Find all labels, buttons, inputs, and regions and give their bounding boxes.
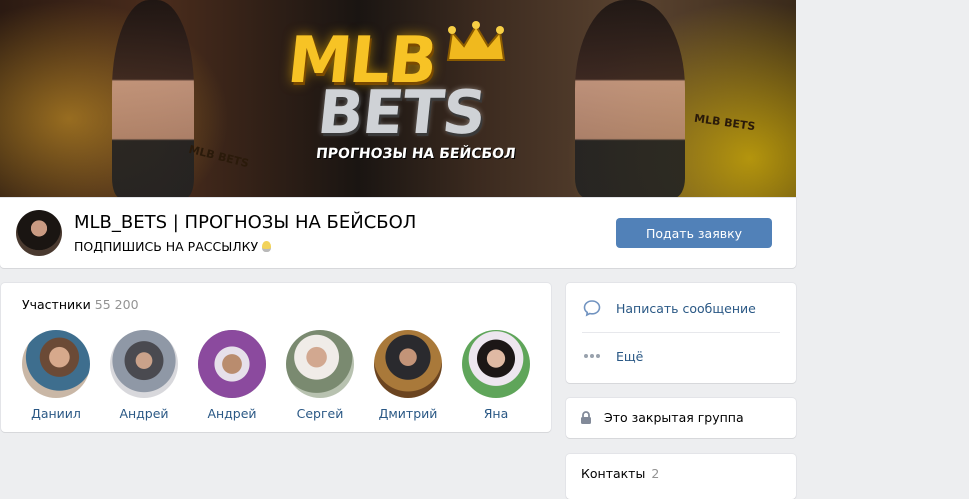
cover-image: MLB BETS ПРОГНОЗЫ НА БЕЙСБОЛ MLB BETS ML… — [0, 0, 796, 198]
cover-logo-subtitle: ПРОГНОЗЫ НА БЕЙСБОЛ — [315, 146, 517, 162]
apply-button[interactable]: Подать заявку — [616, 218, 772, 248]
message-bubble-icon — [582, 298, 602, 318]
more-button[interactable]: Ещё — [582, 346, 643, 366]
member-name: Андрей — [207, 406, 257, 421]
member-avatar — [374, 330, 442, 398]
privacy-label: Это закрытая группа — [604, 410, 744, 425]
member-name: Сергей — [296, 406, 344, 421]
lightbulb-icon — [262, 241, 272, 252]
contacts-count: 2 — [651, 466, 660, 481]
member-avatar — [198, 330, 266, 398]
members-block: Участники 55 200 Даниил Андрей Андрей Сер… — [1, 283, 551, 432]
privacy-block: Это закрытая группа — [566, 398, 796, 438]
member-item[interactable]: Сергей — [285, 330, 355, 421]
member-avatar — [462, 330, 530, 398]
group-avatar[interactable] — [16, 210, 62, 256]
member-name: Андрей — [119, 406, 169, 421]
privacy-row: Это закрытая группа — [580, 410, 744, 425]
contacts-block: Контакты 2 — [566, 454, 796, 499]
cover-logo-bets: BETS — [314, 78, 489, 148]
member-item[interactable]: Даниил — [21, 330, 91, 421]
group-title: MLB_BETS | ПРОГНОЗЫ НА БЕЙСБОЛ — [74, 212, 417, 233]
cover-model-left — [112, 0, 194, 198]
actions-block: Написать сообщение Ещё — [566, 283, 796, 383]
members-header[interactable]: Участники 55 200 — [22, 297, 139, 312]
contacts-header[interactable]: Контакты 2 — [581, 466, 659, 481]
group-status-text: ПОДПИШИСЬ НА РАССЫЛКУ — [74, 239, 259, 254]
actions-divider — [582, 332, 780, 333]
group-status: ПОДПИШИСЬ НА РАССЫЛКУ — [74, 239, 272, 254]
write-message-label: Написать сообщение — [616, 300, 756, 316]
member-avatar — [286, 330, 354, 398]
crown-icon — [446, 21, 506, 61]
member-item[interactable]: Андрей — [109, 330, 179, 421]
members-count: 55 200 — [94, 297, 139, 312]
lock-icon — [581, 410, 591, 424]
member-item[interactable]: Дмитрий — [373, 330, 443, 421]
more-label: Ещё — [616, 348, 644, 364]
member-item[interactable]: Андрей — [197, 330, 267, 421]
member-item[interactable]: Яна — [461, 330, 531, 421]
member-name: Дмитрий — [378, 406, 438, 421]
member-name: Даниил — [31, 406, 81, 421]
more-dots-icon — [582, 346, 602, 366]
member-avatar — [22, 330, 90, 398]
members-label: Участники — [22, 297, 91, 312]
write-message-button[interactable]: Написать сообщение — [582, 298, 756, 318]
cover-model-right — [575, 0, 685, 198]
contacts-label: Контакты — [581, 466, 646, 481]
group-header: MLB_BETS | ПРОГНОЗЫ НА БЕЙСБОЛ ПОДПИШИСЬ… — [0, 198, 796, 268]
member-name: Яна — [483, 406, 509, 421]
member-avatar — [110, 330, 178, 398]
